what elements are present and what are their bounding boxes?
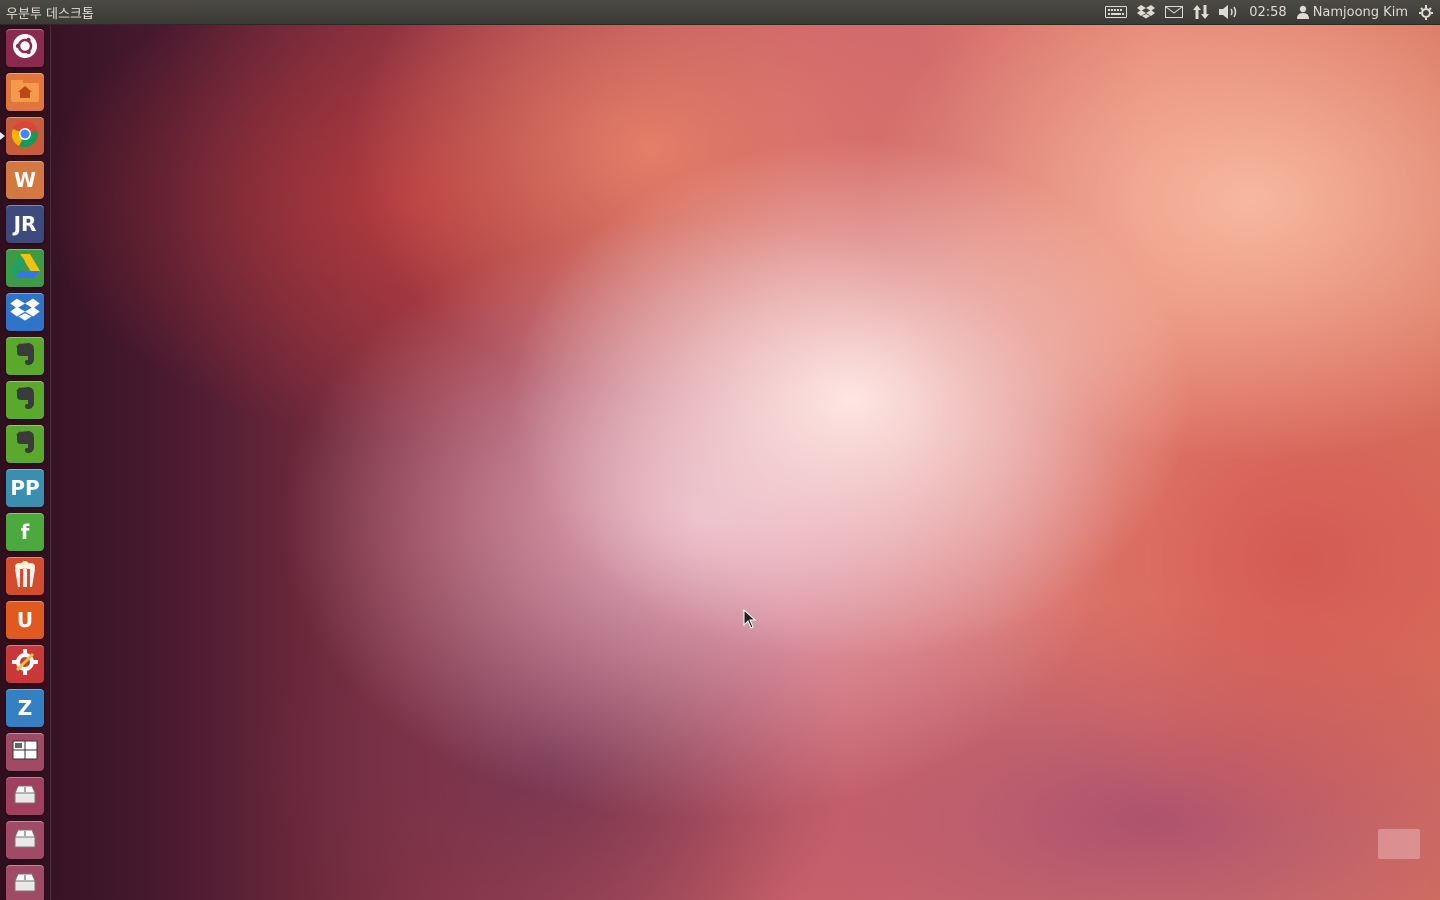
launcher-item-jr[interactable]: JR: [6, 205, 44, 243]
launcher-item-pp[interactable]: PP: [6, 469, 44, 507]
google-drive-icon: [10, 253, 40, 283]
launcher-item-drive-2[interactable]: [6, 865, 44, 900]
workspace-switcher-icon: [12, 740, 38, 764]
settings-icon: [11, 648, 39, 680]
user-menu[interactable]: Namjoong Kim: [1296, 0, 1408, 24]
jr-icon: JR: [13, 212, 37, 236]
launcher-item-drive[interactable]: [6, 249, 44, 287]
user-icon: [1296, 0, 1309, 24]
launcher-item-files[interactable]: [6, 73, 44, 111]
launcher-item-evernote-3[interactable]: [6, 425, 44, 463]
mouse-cursor-icon: [743, 609, 757, 629]
launcher: W JR PP f U Z: [0, 25, 51, 900]
dropbox-icon: [10, 297, 40, 327]
top-panel: 우분투 데스크톱 02:58 Namjoong Kim: [0, 0, 1440, 25]
keyboard-icon[interactable]: [1105, 0, 1128, 24]
pp-icon: PP: [10, 476, 40, 500]
desktop-widget[interactable]: [1378, 829, 1420, 859]
network-icon[interactable]: [1193, 0, 1210, 24]
evernote-icon: [11, 340, 39, 372]
running-indicator-icon: [0, 132, 5, 140]
launcher-item-workspaces[interactable]: [6, 733, 44, 771]
popcorn-icon: [12, 560, 38, 592]
dropbox-icon[interactable]: [1137, 0, 1156, 24]
ubuntu-one-icon: U: [16, 608, 34, 632]
mail-icon[interactable]: [1165, 0, 1184, 24]
launcher-item-evernote-1[interactable]: [6, 337, 44, 375]
desktop-wallpaper: [0, 0, 1440, 900]
gear-icon[interactable]: [1418, 0, 1434, 24]
usb-drive-icon: [12, 781, 38, 811]
indicator-area: 02:58 Namjoong Kim: [1105, 0, 1434, 24]
launcher-item-popcorn[interactable]: [6, 557, 44, 595]
launcher-item-dash-home[interactable]: [6, 29, 44, 67]
window-title: 우분투 데스크톱: [6, 7, 94, 22]
launcher-item-wps[interactable]: W: [6, 161, 44, 199]
feedly-icon: f: [20, 520, 30, 544]
launcher-item-ubuntu-one[interactable]: U: [6, 601, 44, 639]
launcher-item-drive-1[interactable]: [6, 821, 44, 859]
zoho-icon: Z: [17, 696, 33, 720]
launcher-item-usb[interactable]: [6, 777, 44, 815]
volume-icon[interactable]: [1219, 0, 1239, 24]
launcher-item-dropbox[interactable]: [6, 293, 44, 331]
user-name: Namjoong Kim: [1312, 4, 1408, 20]
launcher-item-feedly[interactable]: f: [6, 513, 44, 551]
usb-drive-icon: [12, 869, 38, 899]
launcher-item-evernote-2[interactable]: [6, 381, 44, 419]
home-folder-icon: [10, 77, 40, 107]
chrome-icon: [10, 119, 40, 153]
usb-drive-icon: [12, 825, 38, 855]
evernote-icon: [11, 428, 39, 460]
launcher-item-chrome[interactable]: [6, 117, 44, 155]
launcher-item-settings[interactable]: [6, 645, 44, 683]
wps-icon: W: [13, 168, 37, 192]
evernote-icon: [11, 384, 39, 416]
ubuntu-logo-icon: [12, 33, 38, 63]
launcher-item-zoho[interactable]: Z: [6, 689, 44, 727]
clock[interactable]: 02:58: [1249, 5, 1286, 20]
